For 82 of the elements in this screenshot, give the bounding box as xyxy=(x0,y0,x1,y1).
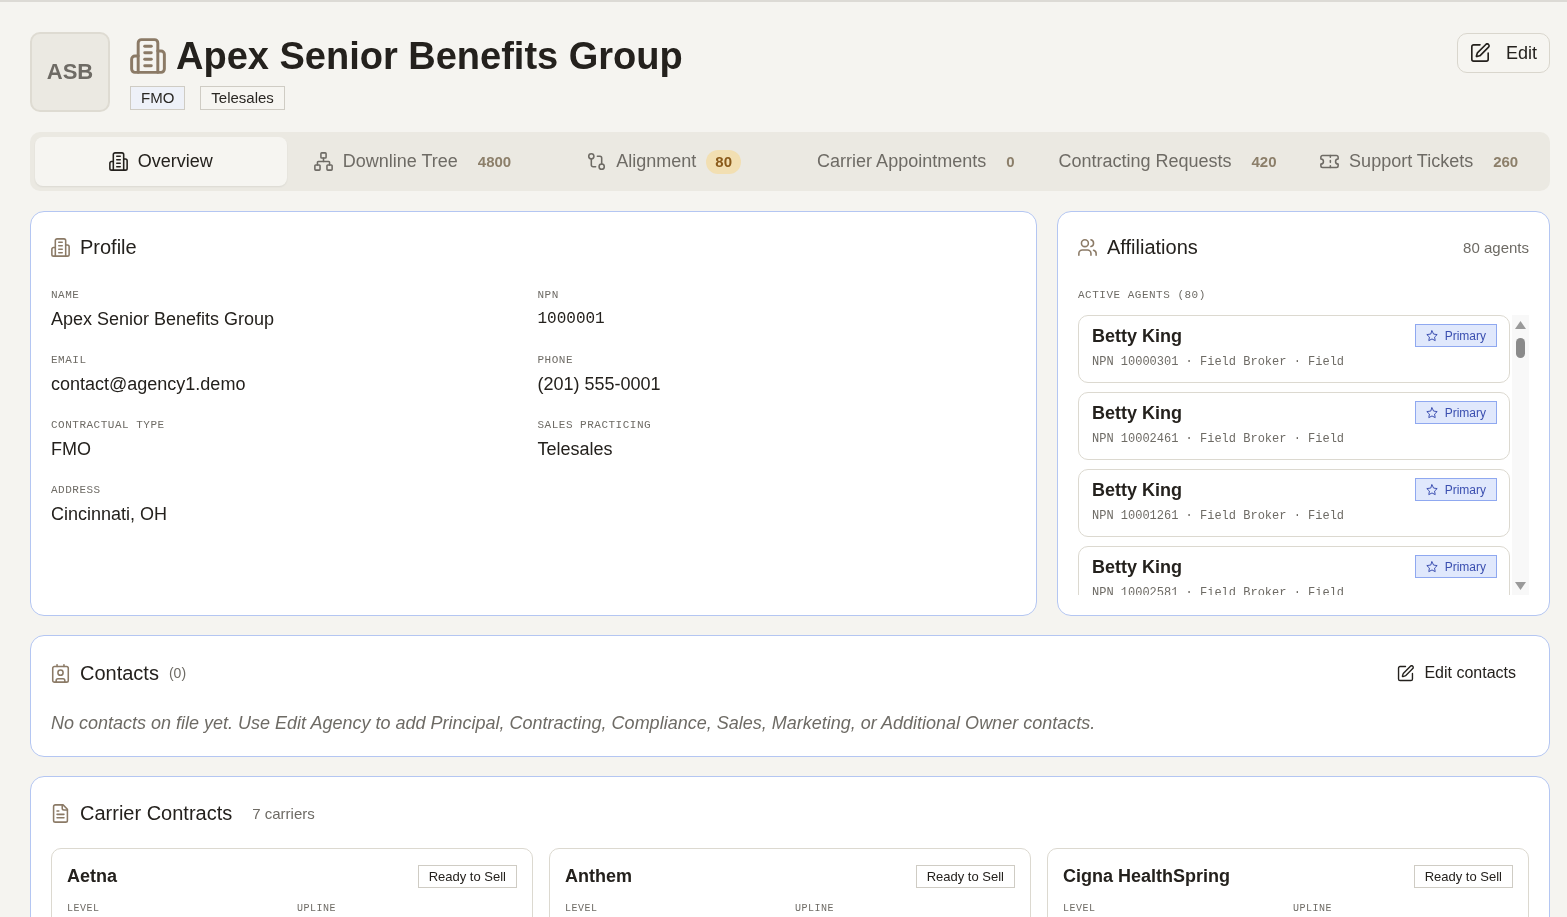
status-badge: Ready to Sell xyxy=(1413,864,1513,888)
building-icon xyxy=(108,152,128,171)
star-icon xyxy=(1425,560,1438,573)
card-title: Carrier Contracts xyxy=(80,801,233,825)
field-label: UPLINE xyxy=(795,903,835,915)
field-value: Cincinnati, OH xyxy=(51,503,169,525)
tag: Telesales xyxy=(200,86,285,110)
ticket-icon xyxy=(1320,152,1340,171)
agent-count: 80 agents xyxy=(1463,238,1529,256)
hierarchy-icon xyxy=(313,152,333,171)
carrier-name: Anthem xyxy=(565,865,632,887)
empty-state-text: No contacts on file yet. Use Edit Agency to add Principal, Contracting, Compliance, Sales, Marketing, or Additional Owner contacts. xyxy=(51,712,1097,734)
scrollbar[interactable] xyxy=(1512,315,1529,595)
tab-count: 420 xyxy=(1251,151,1277,172)
contact-card-icon xyxy=(51,663,70,683)
field-label: PHONE xyxy=(537,353,574,367)
scroll-up-arrow-icon[interactable] xyxy=(1515,321,1526,329)
primary-button[interactable]: Primary xyxy=(1414,478,1497,501)
field-label: LEVEL xyxy=(1063,903,1097,915)
building-icon xyxy=(130,38,166,74)
agent-details: NPN 10002461 · Field Broker · Field xyxy=(1092,432,1346,446)
tab-count: 0 xyxy=(1006,151,1015,172)
tab-count: 4800 xyxy=(477,151,512,172)
field-label: SALES PRACTICING xyxy=(537,418,653,432)
field-value: (201) 555-0001 xyxy=(537,373,662,395)
card-title: Profile xyxy=(80,235,137,259)
tab[interactable]: Overview xyxy=(35,137,287,186)
field-label: LEVEL xyxy=(565,903,599,915)
agent-name: Betty King xyxy=(1092,402,1182,424)
field-value: Apex Senior Benefits Group xyxy=(51,308,276,330)
agent-name: Betty King xyxy=(1092,325,1182,347)
status-badge: Ready to Sell xyxy=(915,864,1015,888)
edit-button[interactable]: Edit xyxy=(1456,33,1550,73)
field-label: ADDRESS xyxy=(51,483,102,497)
field-label: NPN xyxy=(537,288,560,302)
card-title: Affiliations xyxy=(1107,235,1198,259)
field-label: EMAIL xyxy=(51,353,88,367)
tag: FMO xyxy=(130,86,186,110)
star-icon xyxy=(1425,329,1438,342)
avatar-initials: ASB xyxy=(30,32,110,112)
contacts-count: (0) xyxy=(168,665,187,681)
carrier-name: Aetna xyxy=(67,865,117,887)
field-label: NAME xyxy=(51,288,81,302)
field-value: FMO xyxy=(51,438,92,460)
tab-count: 80 xyxy=(706,149,742,174)
primary-button[interactable]: Primary xyxy=(1414,401,1497,424)
document-icon xyxy=(51,803,70,823)
section-label: ACTIVE AGENTS (80) xyxy=(1078,288,1207,302)
star-icon xyxy=(1425,406,1438,419)
agent-details: NPN 10001261 · Field Broker · Field xyxy=(1092,509,1346,523)
field-label: UPLINE xyxy=(297,903,337,915)
scrollbar-thumb[interactable] xyxy=(1516,338,1525,358)
edit-icon xyxy=(1397,664,1415,682)
star-icon xyxy=(1425,483,1438,496)
scroll-down-arrow-icon[interactable] xyxy=(1515,582,1526,590)
tab[interactable]: Support Tickets 260 xyxy=(1293,137,1545,186)
tab[interactable]: Downline Tree 4800 xyxy=(286,137,539,186)
agent-details: NPN 10000301 · Field Broker · Field xyxy=(1092,355,1346,369)
primary-button[interactable]: Primary xyxy=(1414,324,1497,347)
field-value: Telesales xyxy=(537,438,614,460)
tab[interactable]: Carrier Appointments 0 xyxy=(790,137,1042,186)
carrier-count: 7 carriers xyxy=(252,804,315,822)
edit-icon xyxy=(1469,43,1490,63)
tab[interactable]: Contracting Requests 420 xyxy=(1041,137,1294,186)
tab-count: 260 xyxy=(1493,151,1519,172)
field-label: CONTRACTUAL TYPE xyxy=(51,418,166,432)
agent-name: Betty King xyxy=(1092,556,1182,578)
field-label: LEVEL xyxy=(67,903,101,915)
page-title: Apex Senior Benefits Group xyxy=(176,34,683,79)
field-value: contact@agency1.demo xyxy=(51,373,247,395)
field-value: 1000001 xyxy=(537,309,606,330)
users-icon xyxy=(1078,237,1097,257)
carrier-name: Cigna HealthSpring xyxy=(1063,865,1230,887)
branch-compare-icon xyxy=(587,152,607,171)
field-label: UPLINE xyxy=(1293,903,1333,915)
status-badge: Ready to Sell xyxy=(417,864,517,888)
agent-name: Betty King xyxy=(1092,479,1182,501)
building-icon xyxy=(51,237,70,257)
edit-contacts-button[interactable]: Edit contacts xyxy=(1387,660,1526,686)
tab[interactable]: Alignment 80 xyxy=(538,137,790,186)
card-title: Contacts xyxy=(80,661,159,685)
primary-button[interactable]: Primary xyxy=(1414,555,1497,578)
